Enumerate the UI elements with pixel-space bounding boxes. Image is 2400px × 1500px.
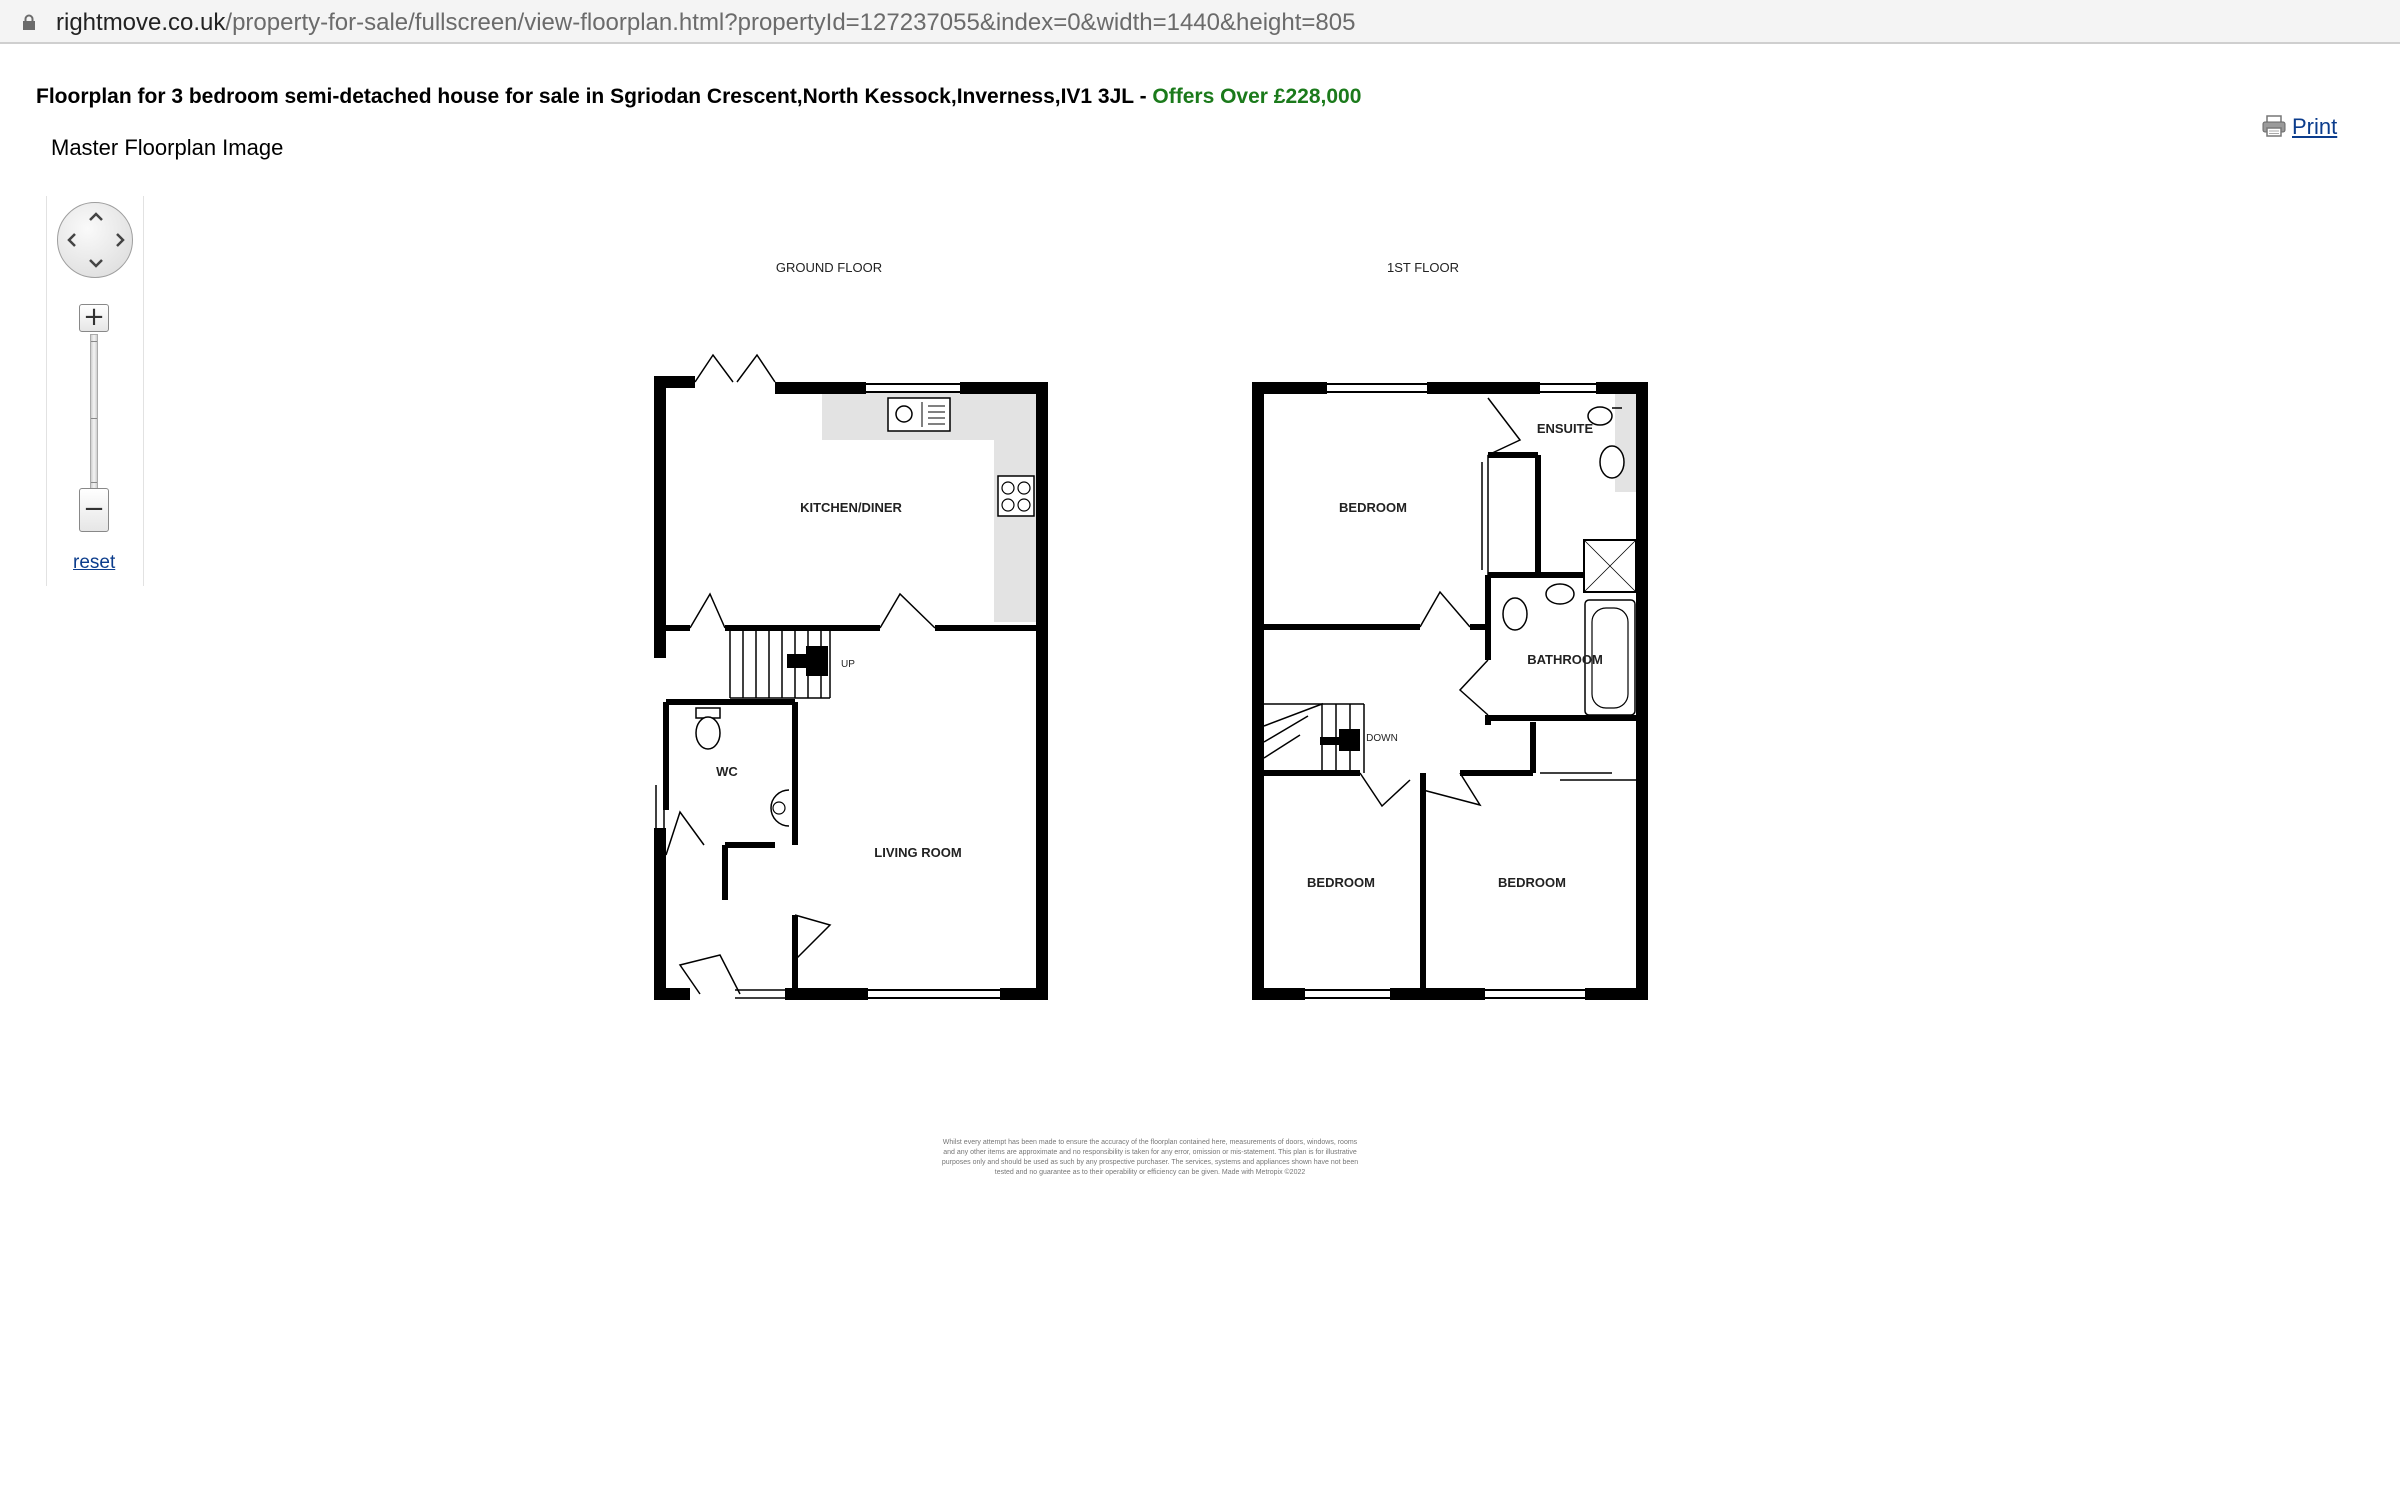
stairs-up-label: UP: [841, 659, 855, 670]
room-label-bedroom-master: BEDROOM: [1339, 500, 1407, 515]
first-floor-label: 1ST FLOOR: [1387, 260, 1459, 275]
room-label-bedroom-2: BEDROOM: [1307, 875, 1375, 890]
floorplan-disclaimer: Whilst every attempt has been made to en…: [941, 1139, 1359, 1176]
floorplan-image[interactable]: GROUND FLOOR 1ST FLOOR KITCHEN/DINER LIV…: [0, 0, 2400, 1500]
stairs-down-label: DOWN: [1366, 733, 1398, 744]
room-label-bedroom-3: BEDROOM: [1498, 875, 1566, 890]
room-label-ensuite: ENSUITE: [1537, 421, 1594, 436]
room-label-bathroom: BATHROOM: [1527, 652, 1603, 667]
ground-floor-label: GROUND FLOOR: [776, 260, 882, 275]
room-label-wc: WC: [716, 764, 738, 779]
room-label-living-room: LIVING ROOM: [874, 845, 961, 860]
room-label-kitchen: KITCHEN/DINER: [800, 500, 902, 515]
